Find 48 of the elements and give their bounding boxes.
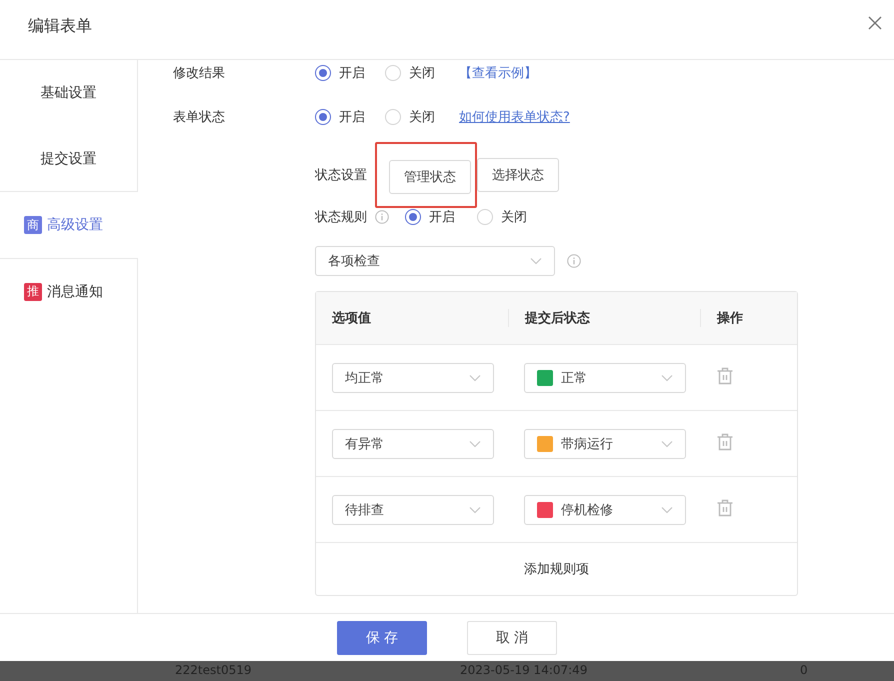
column-header: 提交后状态 <box>508 309 700 327</box>
sidebar-badge: 推 <box>24 282 42 300</box>
option-dropdown[interactable]: 有异常 <box>332 428 494 458</box>
status-button[interactable]: 管理状态 <box>389 160 471 194</box>
dialog-title: 编辑表单 <box>28 16 92 37</box>
setting-label: 状态规则 <box>315 209 367 226</box>
info-icon <box>567 254 581 268</box>
add-rule-button[interactable]: 添加规则项 <box>524 560 589 578</box>
radio-label: 关闭 <box>501 209 527 226</box>
option-dropdown[interactable]: 均正常 <box>332 362 494 392</box>
chevron-down-icon <box>661 440 673 448</box>
chevron-down-icon <box>661 374 673 382</box>
sidebar-item[interactable]: 基础设置 <box>0 60 137 126</box>
column-header: 操作 <box>700 309 797 327</box>
radio-label: 关闭 <box>409 108 435 126</box>
radio-label: 开启 <box>339 108 365 126</box>
check-type-dropdown[interactable]: 各项检查 <box>315 246 555 276</box>
chevron-down-icon <box>469 506 481 514</box>
cancel-button[interactable]: 取 消 <box>467 620 557 654</box>
status-button[interactable]: 选择状态 <box>477 158 559 192</box>
chevron-down-icon <box>469 440 481 448</box>
close-icon[interactable] <box>868 16 882 30</box>
status-dropdown[interactable]: 带病运行 <box>524 428 686 458</box>
option-dropdown[interactable]: 待排查 <box>332 494 494 524</box>
radio-label: 开启 <box>339 64 365 82</box>
radio-label: 关闭 <box>409 64 435 82</box>
radio-button[interactable] <box>405 209 421 225</box>
help-link[interactable]: 如何使用表单状态? <box>459 108 570 126</box>
chevron-down-icon <box>661 506 673 514</box>
status-dropdown[interactable]: 停机检修 <box>524 494 686 524</box>
setting-label: 表单状态 <box>173 108 226 126</box>
sidebar-item[interactable]: 推 消息通知 <box>0 258 137 324</box>
info-icon <box>375 210 389 224</box>
delete-icon[interactable] <box>716 432 734 450</box>
save-button[interactable]: 保 存 <box>337 620 427 654</box>
setting-label: 状态设置 <box>315 167 367 184</box>
setting-label: 修改结果 <box>173 64 226 82</box>
status-dropdown[interactable]: 正常 <box>524 362 686 392</box>
help-link[interactable]: 【查看示例】 <box>459 64 537 82</box>
radio-button[interactable] <box>315 64 331 80</box>
chevron-down-icon <box>530 257 542 265</box>
radio-label: 开启 <box>429 209 455 226</box>
radio-button[interactable] <box>315 108 331 124</box>
column-header: 选项值 <box>331 310 372 327</box>
delete-icon[interactable] <box>716 498 734 516</box>
chevron-down-icon <box>469 374 481 382</box>
delete-icon[interactable] <box>716 366 734 384</box>
sidebar-badge: 商 <box>24 216 42 234</box>
